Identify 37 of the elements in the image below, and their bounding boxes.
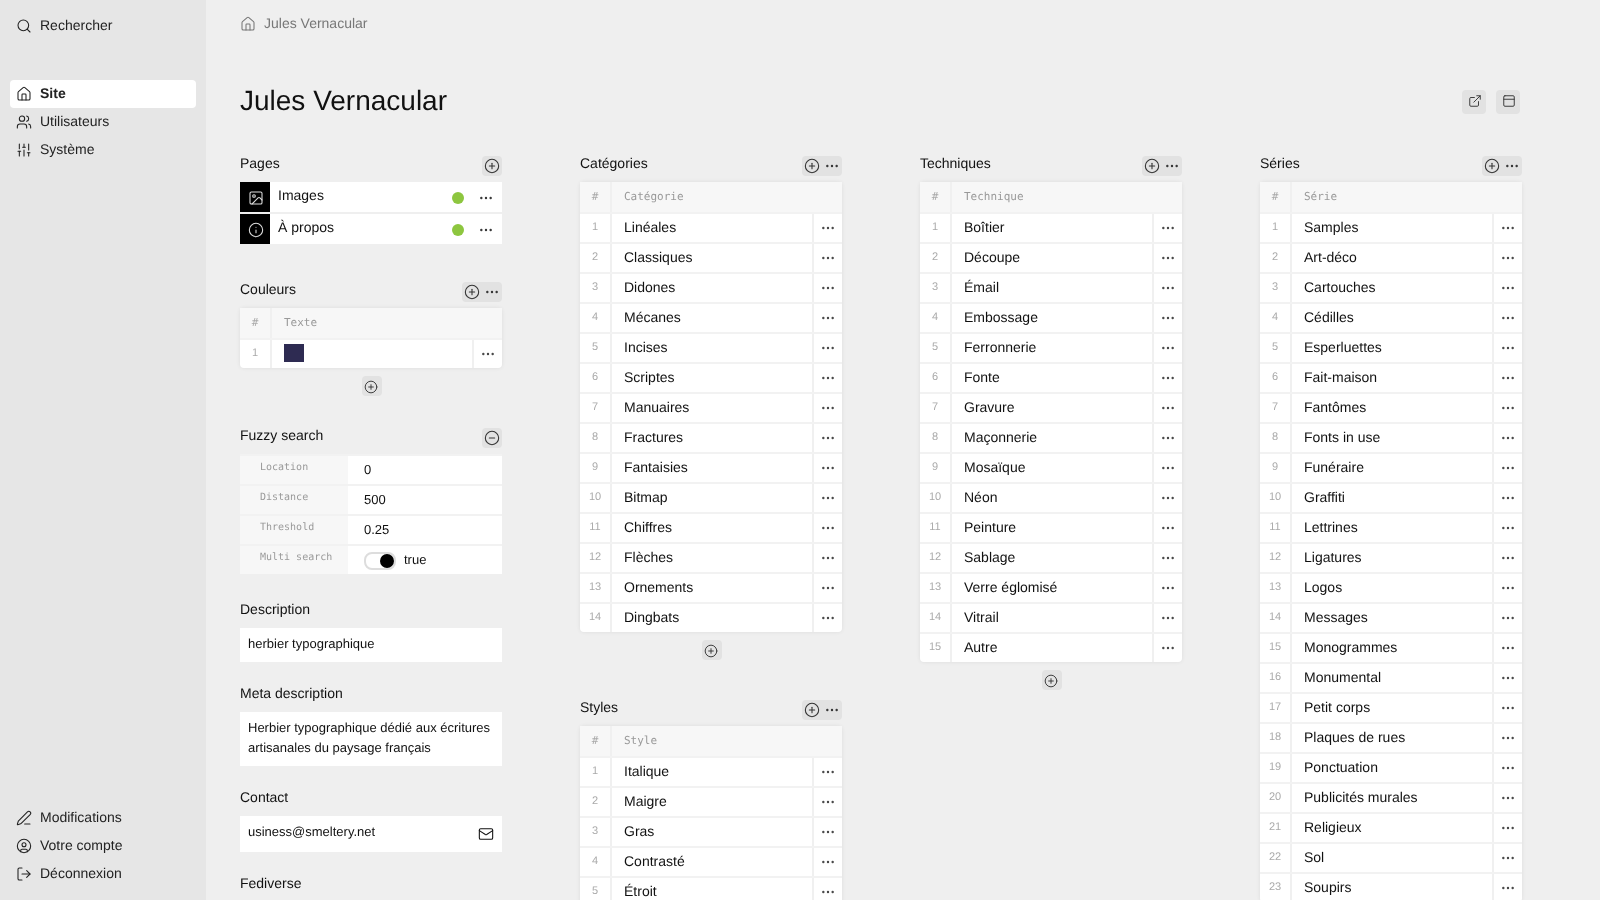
panel-button[interactable]: [1496, 89, 1520, 113]
add-icon: [804, 157, 820, 173]
collapse-button[interactable]: [482, 427, 502, 447]
add-icon: [364, 379, 378, 393]
nav-icon: [16, 86, 32, 102]
nav-icon: [16, 142, 32, 158]
add-button[interactable]: [462, 281, 482, 301]
add-icon: [484, 157, 500, 173]
nav-icon: [16, 866, 32, 882]
add-button[interactable]: [802, 155, 822, 175]
open-external-button[interactable]: [1462, 89, 1486, 113]
nav-icon: [16, 838, 32, 854]
mail-icon: [478, 825, 494, 842]
add-icon: [464, 283, 480, 299]
add-icon: [704, 643, 718, 657]
page-icon: [247, 189, 263, 205]
add-icon: [1044, 673, 1058, 687]
panel-icon: [1501, 94, 1515, 108]
add-row-button[interactable]: [1041, 670, 1061, 690]
external-link-icon: [1467, 94, 1481, 108]
search-icon: [16, 18, 32, 34]
add-button[interactable]: [802, 699, 822, 719]
page-title: Jules Vernacular: [240, 84, 448, 116]
nav-icon: [16, 810, 32, 826]
add-icon: [1484, 157, 1500, 173]
add-button[interactable]: [1142, 155, 1162, 175]
page-icon: [247, 221, 263, 237]
home-icon: [240, 16, 256, 32]
minus-icon: [484, 429, 500, 445]
toggle-switch[interactable]: [364, 551, 396, 569]
add-icon: [1144, 157, 1160, 173]
add-button[interactable]: [1482, 155, 1502, 175]
nav-icon: [16, 114, 32, 130]
add-icon: [804, 701, 820, 717]
add-row-button[interactable]: [361, 376, 381, 396]
add-row-button[interactable]: [701, 640, 721, 660]
add-button[interactable]: [482, 155, 502, 175]
